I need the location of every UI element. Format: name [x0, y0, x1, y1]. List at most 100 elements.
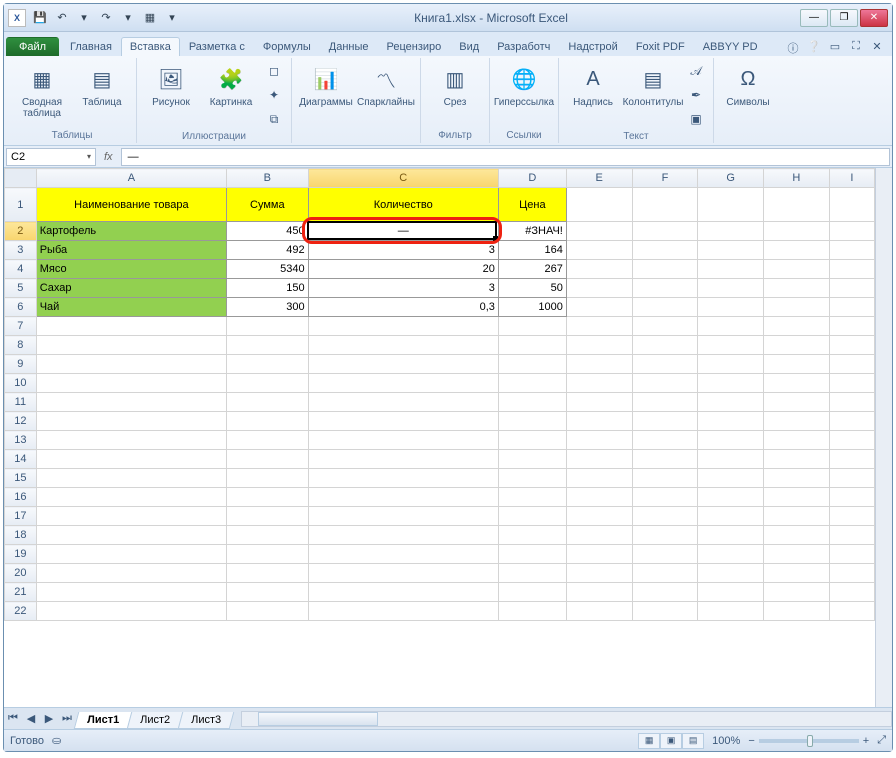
cell-F1[interactable] — [632, 188, 698, 222]
cell-F4[interactable] — [632, 260, 698, 279]
cell-F17[interactable] — [632, 507, 698, 526]
cell-B3[interactable]: 492 — [227, 241, 309, 260]
cell-H6[interactable] — [763, 298, 829, 317]
minimize-button[interactable]: — — [800, 9, 828, 27]
cell-E14[interactable] — [566, 450, 632, 469]
cell-C10[interactable] — [308, 374, 498, 393]
cell-G15[interactable] — [698, 469, 764, 488]
cell-F14[interactable] — [632, 450, 698, 469]
row-header-1[interactable]: 1 — [5, 188, 37, 222]
cell-D19[interactable] — [498, 545, 566, 564]
cell-D7[interactable] — [498, 317, 566, 336]
cell-I21[interactable] — [829, 583, 874, 602]
cell-H1[interactable] — [763, 188, 829, 222]
cell-I7[interactable] — [829, 317, 874, 336]
cell-F7[interactable] — [632, 317, 698, 336]
sheet-nav-1[interactable]: ◀ — [22, 712, 40, 725]
cell-C3[interactable]: 3 — [308, 241, 498, 260]
cell-B2[interactable]: 450 — [227, 222, 309, 241]
cell-I12[interactable] — [829, 412, 874, 431]
cell-D2[interactable]: #ЗНАЧ! — [498, 222, 566, 241]
cell-G3[interactable] — [698, 241, 764, 260]
cell-A12[interactable] — [36, 412, 226, 431]
cell-B1[interactable]: Сумма — [227, 188, 309, 222]
cell-G8[interactable] — [698, 336, 764, 355]
cell-G19[interactable] — [698, 545, 764, 564]
cell-C7[interactable] — [308, 317, 498, 336]
col-header-B[interactable]: B — [227, 169, 309, 188]
cell-F10[interactable] — [632, 374, 698, 393]
cell-B16[interactable] — [227, 488, 309, 507]
row-header-22[interactable]: 22 — [5, 602, 37, 621]
cell-F22[interactable] — [632, 602, 698, 621]
col-header-G[interactable]: G — [698, 169, 764, 188]
cell-I17[interactable] — [829, 507, 874, 526]
ribbon-tab-10[interactable]: ABBYY PD — [694, 37, 767, 56]
cell-I16[interactable] — [829, 488, 874, 507]
cell-F12[interactable] — [632, 412, 698, 431]
ribbon-help-icon-4[interactable]: ✕ — [868, 40, 886, 56]
col-header-F[interactable]: F — [632, 169, 698, 188]
cell-E1[interactable] — [566, 188, 632, 222]
cell-F18[interactable] — [632, 526, 698, 545]
cell-A20[interactable] — [36, 564, 226, 583]
cell-H8[interactable] — [763, 336, 829, 355]
header-footer-button[interactable]: ▤Колонтитулы — [625, 60, 681, 111]
screenshot-button[interactable]: ⧉ — [263, 108, 285, 130]
cell-E10[interactable] — [566, 374, 632, 393]
qat-save[interactable]: 💾 — [30, 8, 50, 28]
zoom-slider-thumb[interactable] — [807, 735, 813, 747]
cell-A11[interactable] — [36, 393, 226, 412]
zoom-in-button[interactable]: + — [863, 735, 869, 747]
vertical-scrollbar[interactable] — [875, 168, 892, 707]
cell-A18[interactable] — [36, 526, 226, 545]
cell-F21[interactable] — [632, 583, 698, 602]
name-box[interactable]: C2▾ — [6, 148, 96, 166]
col-header-C[interactable]: C — [308, 169, 498, 188]
sheet-tab-2[interactable]: Лист3 — [178, 712, 235, 729]
cell-H22[interactable] — [763, 602, 829, 621]
fx-icon[interactable]: fx — [100, 151, 117, 163]
cell-C18[interactable] — [308, 526, 498, 545]
row-header-9[interactable]: 9 — [5, 355, 37, 374]
cell-H2[interactable] — [763, 222, 829, 241]
ribbon-help-icon-0[interactable]: ⓘ — [784, 40, 802, 56]
cell-F16[interactable] — [632, 488, 698, 507]
cell-H9[interactable] — [763, 355, 829, 374]
cell-G14[interactable] — [698, 450, 764, 469]
cell-C8[interactable] — [308, 336, 498, 355]
cell-D12[interactable] — [498, 412, 566, 431]
cell-C4[interactable]: 20 — [308, 260, 498, 279]
cell-D8[interactable] — [498, 336, 566, 355]
col-header-D[interactable]: D — [498, 169, 566, 188]
cell-I11[interactable] — [829, 393, 874, 412]
cell-H4[interactable] — [763, 260, 829, 279]
cell-I2[interactable] — [829, 222, 874, 241]
cell-I10[interactable] — [829, 374, 874, 393]
cell-D9[interactable] — [498, 355, 566, 374]
col-header-A[interactable]: A — [36, 169, 226, 188]
ribbon-help-icon-1[interactable]: ❔ — [805, 40, 823, 56]
cell-B18[interactable] — [227, 526, 309, 545]
zoom-slider[interactable] — [759, 739, 859, 743]
cell-I20[interactable] — [829, 564, 874, 583]
cell-F8[interactable] — [632, 336, 698, 355]
cell-B7[interactable] — [227, 317, 309, 336]
cell-B9[interactable] — [227, 355, 309, 374]
ribbon-tab-8[interactable]: Надстрой — [559, 37, 626, 56]
qat-undo-dropdown[interactable]: ▾ — [74, 8, 94, 28]
cell-F9[interactable] — [632, 355, 698, 374]
app-icon[interactable]: X — [8, 9, 26, 27]
ribbon-tab-9[interactable]: Foxit PDF — [627, 37, 694, 56]
sparklines-button[interactable]: 〽Спарклайны — [358, 60, 414, 111]
row-header-13[interactable]: 13 — [5, 431, 37, 450]
spreadsheet-grid[interactable]: ABCDEFGHI1Наименование товараСуммаКоличе… — [4, 168, 875, 621]
cell-D1[interactable]: Цена — [498, 188, 566, 222]
cell-C20[interactable] — [308, 564, 498, 583]
cell-I9[interactable] — [829, 355, 874, 374]
row-header-17[interactable]: 17 — [5, 507, 37, 526]
close-button[interactable]: ✕ — [860, 9, 888, 27]
cell-B10[interactable] — [227, 374, 309, 393]
cell-I6[interactable] — [829, 298, 874, 317]
cell-B6[interactable]: 300 — [227, 298, 309, 317]
